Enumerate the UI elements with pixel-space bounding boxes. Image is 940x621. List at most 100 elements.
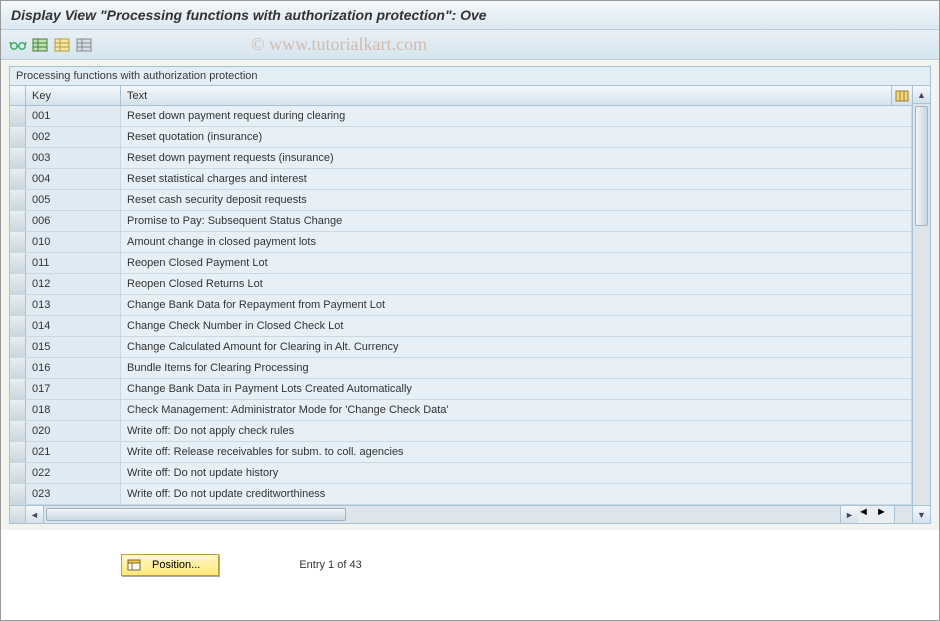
cell-key: 023	[26, 484, 121, 504]
row-selector[interactable]	[10, 148, 26, 168]
table-row[interactable]: 016Bundle Items for Clearing Processing	[10, 358, 912, 379]
grid-rows: 001Reset down payment request during cle…	[10, 106, 912, 505]
cell-key: 020	[26, 421, 121, 441]
cell-key: 001	[26, 106, 121, 126]
row-selector[interactable]	[10, 421, 26, 441]
vscroll-track[interactable]	[913, 104, 930, 505]
row-selector[interactable]	[10, 274, 26, 294]
page-title: Display View "Processing functions with …	[1, 1, 939, 30]
cell-key: 003	[26, 148, 121, 168]
nav-right-end-icon[interactable]: ►	[876, 506, 894, 523]
table-row[interactable]: 012Reopen Closed Returns Lot	[10, 274, 912, 295]
toolbar: © www.tutorialkart.com	[1, 30, 939, 60]
table-green-icon[interactable]	[31, 36, 49, 54]
cell-text: Amount change in closed payment lots	[121, 232, 912, 252]
glasses-icon[interactable]	[9, 36, 27, 54]
cell-key: 021	[26, 442, 121, 462]
table-row[interactable]: 005Reset cash security deposit requests	[10, 190, 912, 211]
position-icon	[126, 557, 142, 573]
row-selector[interactable]	[10, 211, 26, 231]
table-row[interactable]: 010Amount change in closed payment lots	[10, 232, 912, 253]
cell-key: 010	[26, 232, 121, 252]
scroll-up-icon[interactable]: ▲	[913, 86, 930, 104]
cell-text: Bundle Items for Clearing Processing	[121, 358, 912, 378]
cell-text: Check Management: Administrator Mode for…	[121, 400, 912, 420]
table-row[interactable]: 022Write off: Do not update history	[10, 463, 912, 484]
cell-text: Change Calculated Amount for Clearing in…	[121, 337, 912, 357]
main-area: Processing functions with authorization …	[1, 60, 939, 530]
cell-text: Reset quotation (insurance)	[121, 127, 912, 147]
row-selector[interactable]	[10, 169, 26, 189]
cell-key: 017	[26, 379, 121, 399]
cell-text: Reset down payment requests (insurance)	[121, 148, 912, 168]
row-selector[interactable]	[10, 484, 26, 504]
table-row[interactable]: 001Reset down payment request during cle…	[10, 106, 912, 127]
row-selector[interactable]	[10, 379, 26, 399]
table-row[interactable]: 002Reset quotation (insurance)	[10, 127, 912, 148]
position-label: Position...	[152, 559, 200, 571]
column-header-text[interactable]: Text	[121, 86, 892, 105]
row-selector[interactable]	[10, 106, 26, 126]
scroll-left-icon[interactable]: ◄	[26, 506, 44, 523]
vertical-scroll: ▲ ▼	[912, 86, 930, 523]
hscroll-thumb[interactable]	[46, 508, 346, 521]
cell-text: Write off: Do not apply check rules	[121, 421, 912, 441]
cell-key: 013	[26, 295, 121, 315]
cell-key: 018	[26, 400, 121, 420]
cell-key: 005	[26, 190, 121, 210]
watermark: © www.tutorialkart.com	[251, 34, 427, 55]
row-selector[interactable]	[10, 232, 26, 252]
position-button[interactable]: Position...	[121, 554, 219, 576]
row-selector[interactable]	[10, 190, 26, 210]
row-selector[interactable]	[10, 337, 26, 357]
column-header-key[interactable]: Key	[26, 86, 121, 105]
cell-key: 014	[26, 316, 121, 336]
column-config-icon[interactable]	[892, 86, 912, 105]
cell-text: Reopen Closed Returns Lot	[121, 274, 912, 294]
table-row[interactable]: 011Reopen Closed Payment Lot	[10, 253, 912, 274]
cell-key: 015	[26, 337, 121, 357]
row-selector[interactable]	[10, 463, 26, 483]
table-row[interactable]: 003Reset down payment requests (insuranc…	[10, 148, 912, 169]
row-selector[interactable]	[10, 127, 26, 147]
hscroll-track[interactable]	[44, 506, 840, 523]
table-grey-icon[interactable]	[75, 36, 93, 54]
cell-key: 002	[26, 127, 121, 147]
table-row[interactable]: 013Change Bank Data for Repayment from P…	[10, 295, 912, 316]
horizontal-scroll: ◄ ► ◄ ►	[10, 505, 912, 523]
cell-text: Write off: Release receivables for subm.…	[121, 442, 912, 462]
table-row[interactable]: 020Write off: Do not apply check rules	[10, 421, 912, 442]
entry-counter: Entry 1 of 43	[299, 559, 361, 571]
table-row[interactable]: 015Change Calculated Amount for Clearing…	[10, 337, 912, 358]
row-selector[interactable]	[10, 295, 26, 315]
scroll-right-icon[interactable]: ►	[840, 506, 858, 523]
cell-text: Write off: Do not update history	[121, 463, 912, 483]
scroll-down-icon[interactable]: ▼	[913, 505, 930, 523]
row-selector[interactable]	[10, 442, 26, 462]
cell-text: Change Bank Data for Repayment from Paym…	[121, 295, 912, 315]
table-row[interactable]: 023Write off: Do not update creditworthi…	[10, 484, 912, 505]
vscroll-thumb[interactable]	[915, 106, 928, 226]
cell-text: Change Check Number in Closed Check Lot	[121, 316, 912, 336]
table-row[interactable]: 021Write off: Release receivables for su…	[10, 442, 912, 463]
select-all-header[interactable]	[10, 86, 26, 105]
table-row[interactable]: 017Change Bank Data in Payment Lots Crea…	[10, 379, 912, 400]
cell-text: Write off: Do not update creditworthines…	[121, 484, 912, 504]
row-selector[interactable]	[10, 358, 26, 378]
table-row[interactable]: 018Check Management: Administrator Mode …	[10, 400, 912, 421]
nav-right-icon[interactable]: ◄	[858, 506, 876, 523]
table-row[interactable]: 006Promise to Pay: Subsequent Status Cha…	[10, 211, 912, 232]
panel-title: Processing functions with authorization …	[10, 67, 930, 86]
table-row[interactable]: 014Change Check Number in Closed Check L…	[10, 316, 912, 337]
row-selector[interactable]	[10, 316, 26, 336]
cell-key: 022	[26, 463, 121, 483]
row-selector[interactable]	[10, 400, 26, 420]
table-yellow-icon[interactable]	[53, 36, 71, 54]
cell-text: Change Bank Data in Payment Lots Created…	[121, 379, 912, 399]
grid-panel: Processing functions with authorization …	[9, 66, 931, 524]
row-selector[interactable]	[10, 253, 26, 273]
table-row[interactable]: 004Reset statistical charges and interes…	[10, 169, 912, 190]
cell-text: Reopen Closed Payment Lot	[121, 253, 912, 273]
cell-text: Promise to Pay: Subsequent Status Change	[121, 211, 912, 231]
cell-key: 011	[26, 253, 121, 273]
